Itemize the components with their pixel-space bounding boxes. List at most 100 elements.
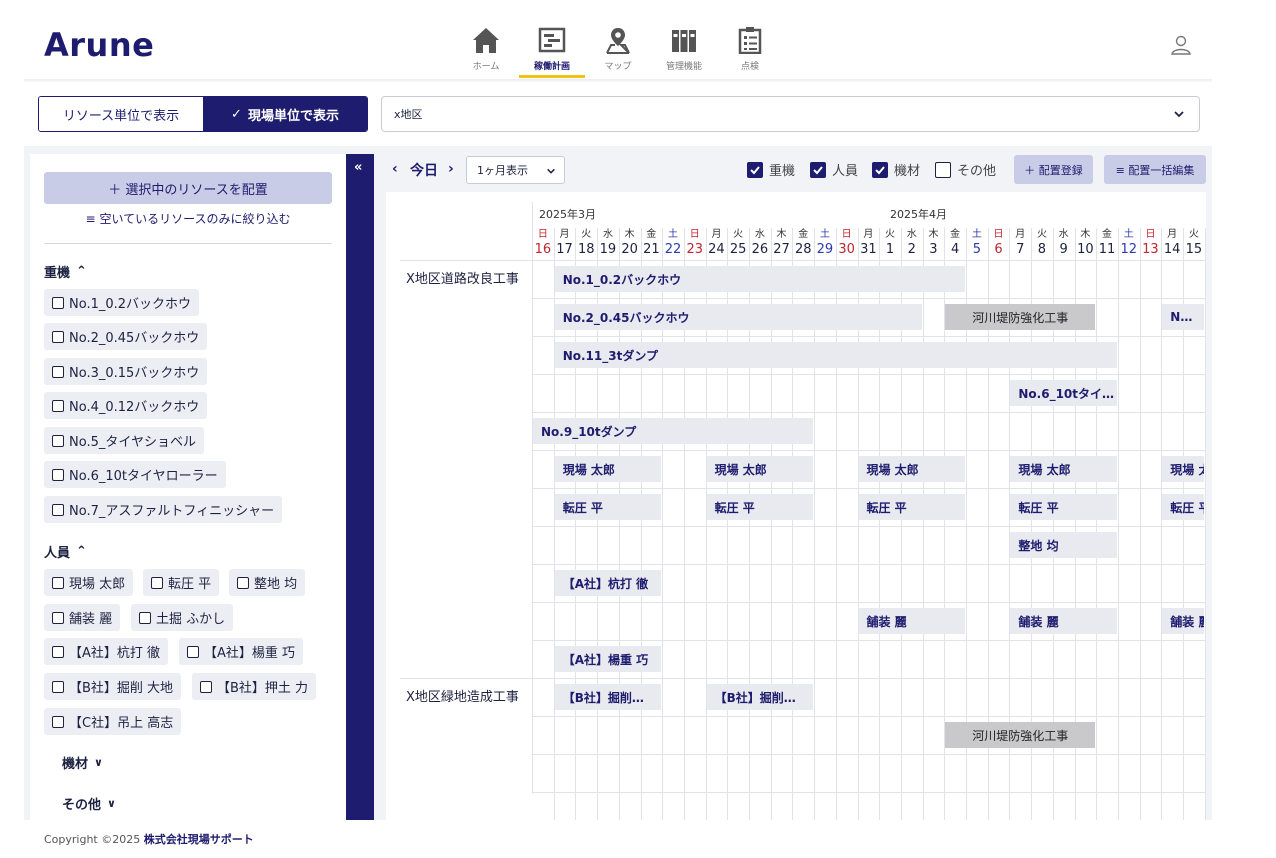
day-number: 7 bbox=[1016, 242, 1025, 257]
assignment-bar[interactable]: 現場 太郎 bbox=[858, 456, 965, 482]
assignment-bar[interactable]: 【A社】楊重 巧 bbox=[554, 646, 662, 672]
resource-chip[interactable]: No.7_アスファルトフィニッシャー bbox=[44, 496, 283, 523]
resource-chip[interactable]: 現場 太郎 bbox=[44, 569, 134, 596]
user-account-icon[interactable] bbox=[1170, 34, 1192, 56]
filter-staff-checkbox[interactable]: 人員 bbox=[810, 160, 858, 179]
assignment-bar[interactable]: No.1_0.2バックホウ bbox=[554, 266, 965, 292]
section-material-toggle[interactable]: 機材 ∨ bbox=[62, 753, 103, 772]
resource-chip[interactable]: 【C社】吊上 高志 bbox=[44, 708, 182, 735]
nav-map[interactable]: マップ bbox=[585, 26, 651, 72]
range-select[interactable]: 1ヶ月表示 bbox=[466, 156, 565, 184]
double-chevron-left-icon: « bbox=[354, 160, 363, 175]
row-line bbox=[532, 298, 1206, 299]
sidebar-collapse-button[interactable]: « bbox=[346, 154, 374, 820]
assignment-bar[interactable]: 【B社】掘削… bbox=[554, 684, 662, 710]
section-heavy-toggle[interactable]: 重機 ⌃ bbox=[44, 262, 87, 281]
resource-chip[interactable]: No.4_0.12バックホウ bbox=[44, 392, 208, 419]
assignment-bar[interactable]: No.11_3tダンプ bbox=[554, 342, 1117, 368]
assignment-bar[interactable]: 転圧 平 bbox=[554, 494, 662, 520]
checkbox[interactable] bbox=[151, 576, 163, 589]
assignment-bar[interactable]: 現場 太郎 bbox=[554, 456, 662, 482]
checkbox[interactable] bbox=[52, 434, 64, 447]
bulk-edit-button[interactable]: ≡ 配置一括編集 bbox=[1104, 155, 1206, 184]
resource-view-button[interactable]: リソース単位で表示 bbox=[39, 97, 203, 131]
filter-material-checkbox[interactable]: 機材 bbox=[872, 160, 920, 179]
nav-label: 点検 bbox=[740, 62, 759, 72]
resource-chip[interactable]: 【B社】掘削 大地 bbox=[44, 673, 182, 700]
assignment-bar[interactable]: 【B社】掘削… bbox=[706, 684, 814, 710]
resource-chip[interactable]: No.2_0.45バックホウ bbox=[44, 323, 208, 350]
resource-chip[interactable]: 【A社】楊重 巧 bbox=[179, 638, 304, 665]
checkbox[interactable] bbox=[52, 365, 64, 378]
resource-chip[interactable]: No.6_10tタイヤローラー bbox=[44, 461, 226, 488]
day-column-header: 日6 bbox=[988, 230, 1010, 257]
checkbox[interactable] bbox=[52, 715, 64, 728]
site-view-button[interactable]: ✓ 現場単位で表示 bbox=[203, 97, 367, 131]
filter-other-checkbox[interactable]: その他 bbox=[935, 160, 996, 179]
assignment-bar[interactable]: 現場 太郎 bbox=[1010, 456, 1117, 482]
weekday-label: 木 bbox=[928, 229, 939, 240]
resource-chip[interactable]: No.1_0.2バックホウ bbox=[44, 289, 200, 316]
checkbox[interactable] bbox=[52, 611, 64, 624]
checkbox[interactable] bbox=[52, 399, 64, 412]
resource-chip[interactable]: 整地 均 bbox=[229, 569, 306, 596]
assignment-bar[interactable]: No.9_10tダンプ bbox=[533, 418, 814, 444]
assignment-bar[interactable]: 転圧 平 bbox=[1010, 494, 1117, 520]
resource-chip[interactable]: No.3_0.15バックホウ bbox=[44, 358, 208, 385]
assignment-bar[interactable]: 河川堤防強化工事 bbox=[945, 722, 1096, 748]
resource-chip[interactable]: 【B社】押土 力 bbox=[192, 673, 317, 700]
assignment-bar[interactable]: 現場 太郎 bbox=[1162, 456, 1204, 482]
assignment-bar[interactable]: 整地 均 bbox=[1010, 532, 1117, 558]
checkbox[interactable] bbox=[139, 611, 151, 624]
resource-chip[interactable]: No.5_タイヤショベル bbox=[44, 427, 204, 454]
day-number: 24 bbox=[708, 242, 725, 257]
register-assignment-button[interactable]: ＋ 配置登録 bbox=[1014, 155, 1093, 184]
prev-period-button[interactable]: ‹ bbox=[392, 161, 398, 177]
nav-inspection[interactable]: 点検 bbox=[717, 26, 783, 72]
assignment-bar[interactable]: 現場 太郎 bbox=[706, 456, 814, 482]
project-separator bbox=[400, 678, 1206, 679]
resource-chip[interactable]: 舗装 麗 bbox=[44, 604, 121, 631]
assignment-bar[interactable]: 河川堤防強化工事 bbox=[945, 304, 1096, 330]
section-other-toggle[interactable]: その他 ∨ bbox=[62, 794, 116, 813]
nav-schedule[interactable]: 稼働計画 bbox=[519, 26, 585, 72]
checkbox[interactable] bbox=[52, 645, 64, 658]
nav-label: ホーム bbox=[472, 62, 500, 72]
assignment-bar[interactable]: No.2_0.45バックホウ bbox=[554, 304, 922, 330]
checkbox[interactable] bbox=[52, 296, 64, 309]
area-select[interactable]: x地区 bbox=[381, 96, 1200, 132]
checkbox[interactable] bbox=[52, 680, 64, 693]
assignment-bar[interactable]: N… bbox=[1162, 304, 1204, 330]
checkbox[interactable] bbox=[52, 576, 64, 589]
checkbox[interactable] bbox=[52, 330, 64, 343]
day-number: 28 bbox=[794, 242, 812, 257]
assignment-bar[interactable]: 転圧 平 bbox=[1162, 494, 1204, 520]
weekday-label: 土 bbox=[971, 229, 982, 240]
checkbox[interactable] bbox=[200, 680, 212, 693]
checkbox[interactable] bbox=[52, 503, 64, 516]
next-period-button[interactable]: › bbox=[448, 161, 454, 177]
assignment-bar[interactable]: 【A社】杭打 徹 bbox=[554, 570, 662, 596]
checkbox[interactable] bbox=[187, 645, 199, 658]
company-name: 株式会社現場サポート bbox=[143, 833, 254, 846]
assignment-bar[interactable]: 舗装 麗 bbox=[1162, 608, 1204, 634]
nav-admin[interactable]: 管理機能 bbox=[651, 26, 717, 72]
assign-selected-button[interactable]: ＋ 選択中のリソースを配置 bbox=[44, 172, 332, 204]
assignment-bar[interactable]: 舗装 麗 bbox=[1010, 608, 1117, 634]
resource-chip[interactable]: 土掘 ふかし bbox=[131, 604, 234, 631]
checkbox[interactable] bbox=[237, 576, 249, 589]
resource-chip[interactable]: 【A社】杭打 徹 bbox=[44, 638, 169, 665]
assignment-bar[interactable]: 舗装 麗 bbox=[858, 608, 965, 634]
resource-chip[interactable]: 転圧 平 bbox=[143, 569, 220, 596]
filter-heavy-checkbox[interactable]: 重機 bbox=[747, 160, 795, 179]
assignment-bar[interactable]: No.6_10tタイ… bbox=[1010, 380, 1117, 406]
assignment-bar[interactable]: 転圧 平 bbox=[706, 494, 814, 520]
today-button[interactable]: 今日 bbox=[410, 160, 438, 180]
day-column-header: 火 15 bbox=[1183, 230, 1205, 257]
assignment-bar[interactable]: 転圧 平 bbox=[858, 494, 965, 520]
available-filter-link[interactable]: ≡ 空いているリソースのみに絞り込む bbox=[30, 210, 346, 227]
section-staff-toggle[interactable]: 人員 ⌃ bbox=[44, 542, 87, 561]
weekday-label: 水 bbox=[602, 229, 613, 240]
nav-home[interactable]: ホーム bbox=[453, 26, 519, 72]
checkbox[interactable] bbox=[52, 468, 64, 481]
